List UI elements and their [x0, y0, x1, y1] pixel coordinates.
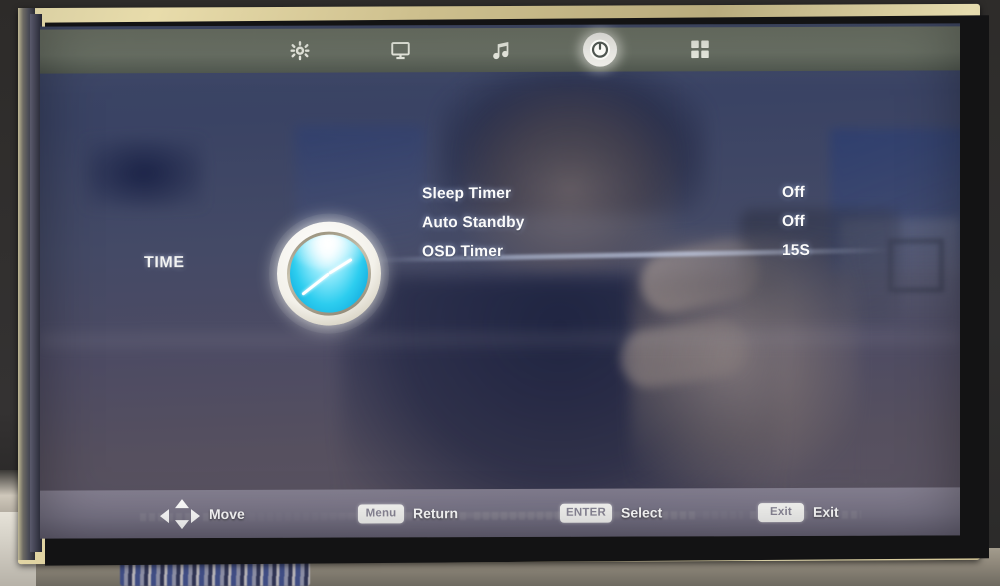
tab-settings[interactable] — [274, 31, 326, 71]
menu-list: Sleep Timer Off Auto Standby Off OSD Tim… — [422, 184, 842, 272]
key-badge-exit[interactable]: Exit — [758, 502, 804, 522]
photo-scene: TIME Sleep Timer Off Auto Standby Off OS… — [0, 0, 1000, 586]
clock-icon — [269, 213, 389, 334]
hint-move[interactable]: Move — [160, 499, 245, 530]
tv-screen: TIME Sleep Timer Off Auto Standby Off OS… — [40, 23, 960, 539]
osd-tab-bar — [40, 26, 960, 74]
tab-time[interactable] — [574, 30, 626, 70]
key-badge-enter[interactable]: ENTER — [560, 503, 612, 523]
menu-item-value[interactable]: Off — [782, 184, 842, 202]
dpad-icon — [160, 499, 200, 530]
hint-exit[interactable]: Exit Exit — [758, 502, 839, 522]
menu-item-label: Sleep Timer — [422, 184, 512, 203]
tab-picture[interactable] — [374, 30, 426, 70]
menu-item-label: Auto Standby — [422, 213, 525, 232]
osd-help-bar: Move Menu Return ENTER Select Exit Exit — [40, 487, 960, 539]
menu-item-value[interactable]: Off — [782, 213, 842, 231]
screen-vignette — [40, 23, 960, 538]
monitor-icon — [389, 39, 412, 61]
tab-sound[interactable] — [474, 30, 526, 70]
tab-option[interactable] — [674, 29, 726, 69]
hint-label: Select — [620, 504, 663, 521]
clock-power-icon — [589, 39, 611, 61]
menu-row-sleep-timer[interactable]: Sleep Timer Off — [422, 184, 842, 214]
page-title: TIME — [144, 254, 185, 272]
gear-icon — [289, 40, 311, 62]
menu-row-osd-timer[interactable]: OSD Timer 15S — [422, 242, 842, 272]
hint-label: Return — [413, 505, 459, 522]
hint-label: Exit — [813, 503, 839, 520]
music-note-icon — [490, 39, 511, 61]
menu-row-auto-standby[interactable]: Auto Standby Off — [422, 213, 842, 243]
hint-label: Move — [209, 505, 245, 523]
key-badge-menu[interactable]: Menu — [358, 503, 404, 523]
grid-icon — [690, 39, 710, 59]
hint-select[interactable]: ENTER Select — [560, 503, 663, 523]
menu-item-label: OSD Timer — [422, 242, 504, 261]
hint-return[interactable]: Menu Return — [358, 503, 459, 523]
screen-reflection — [40, 23, 960, 538]
menu-item-value[interactable]: 15S — [782, 242, 842, 260]
